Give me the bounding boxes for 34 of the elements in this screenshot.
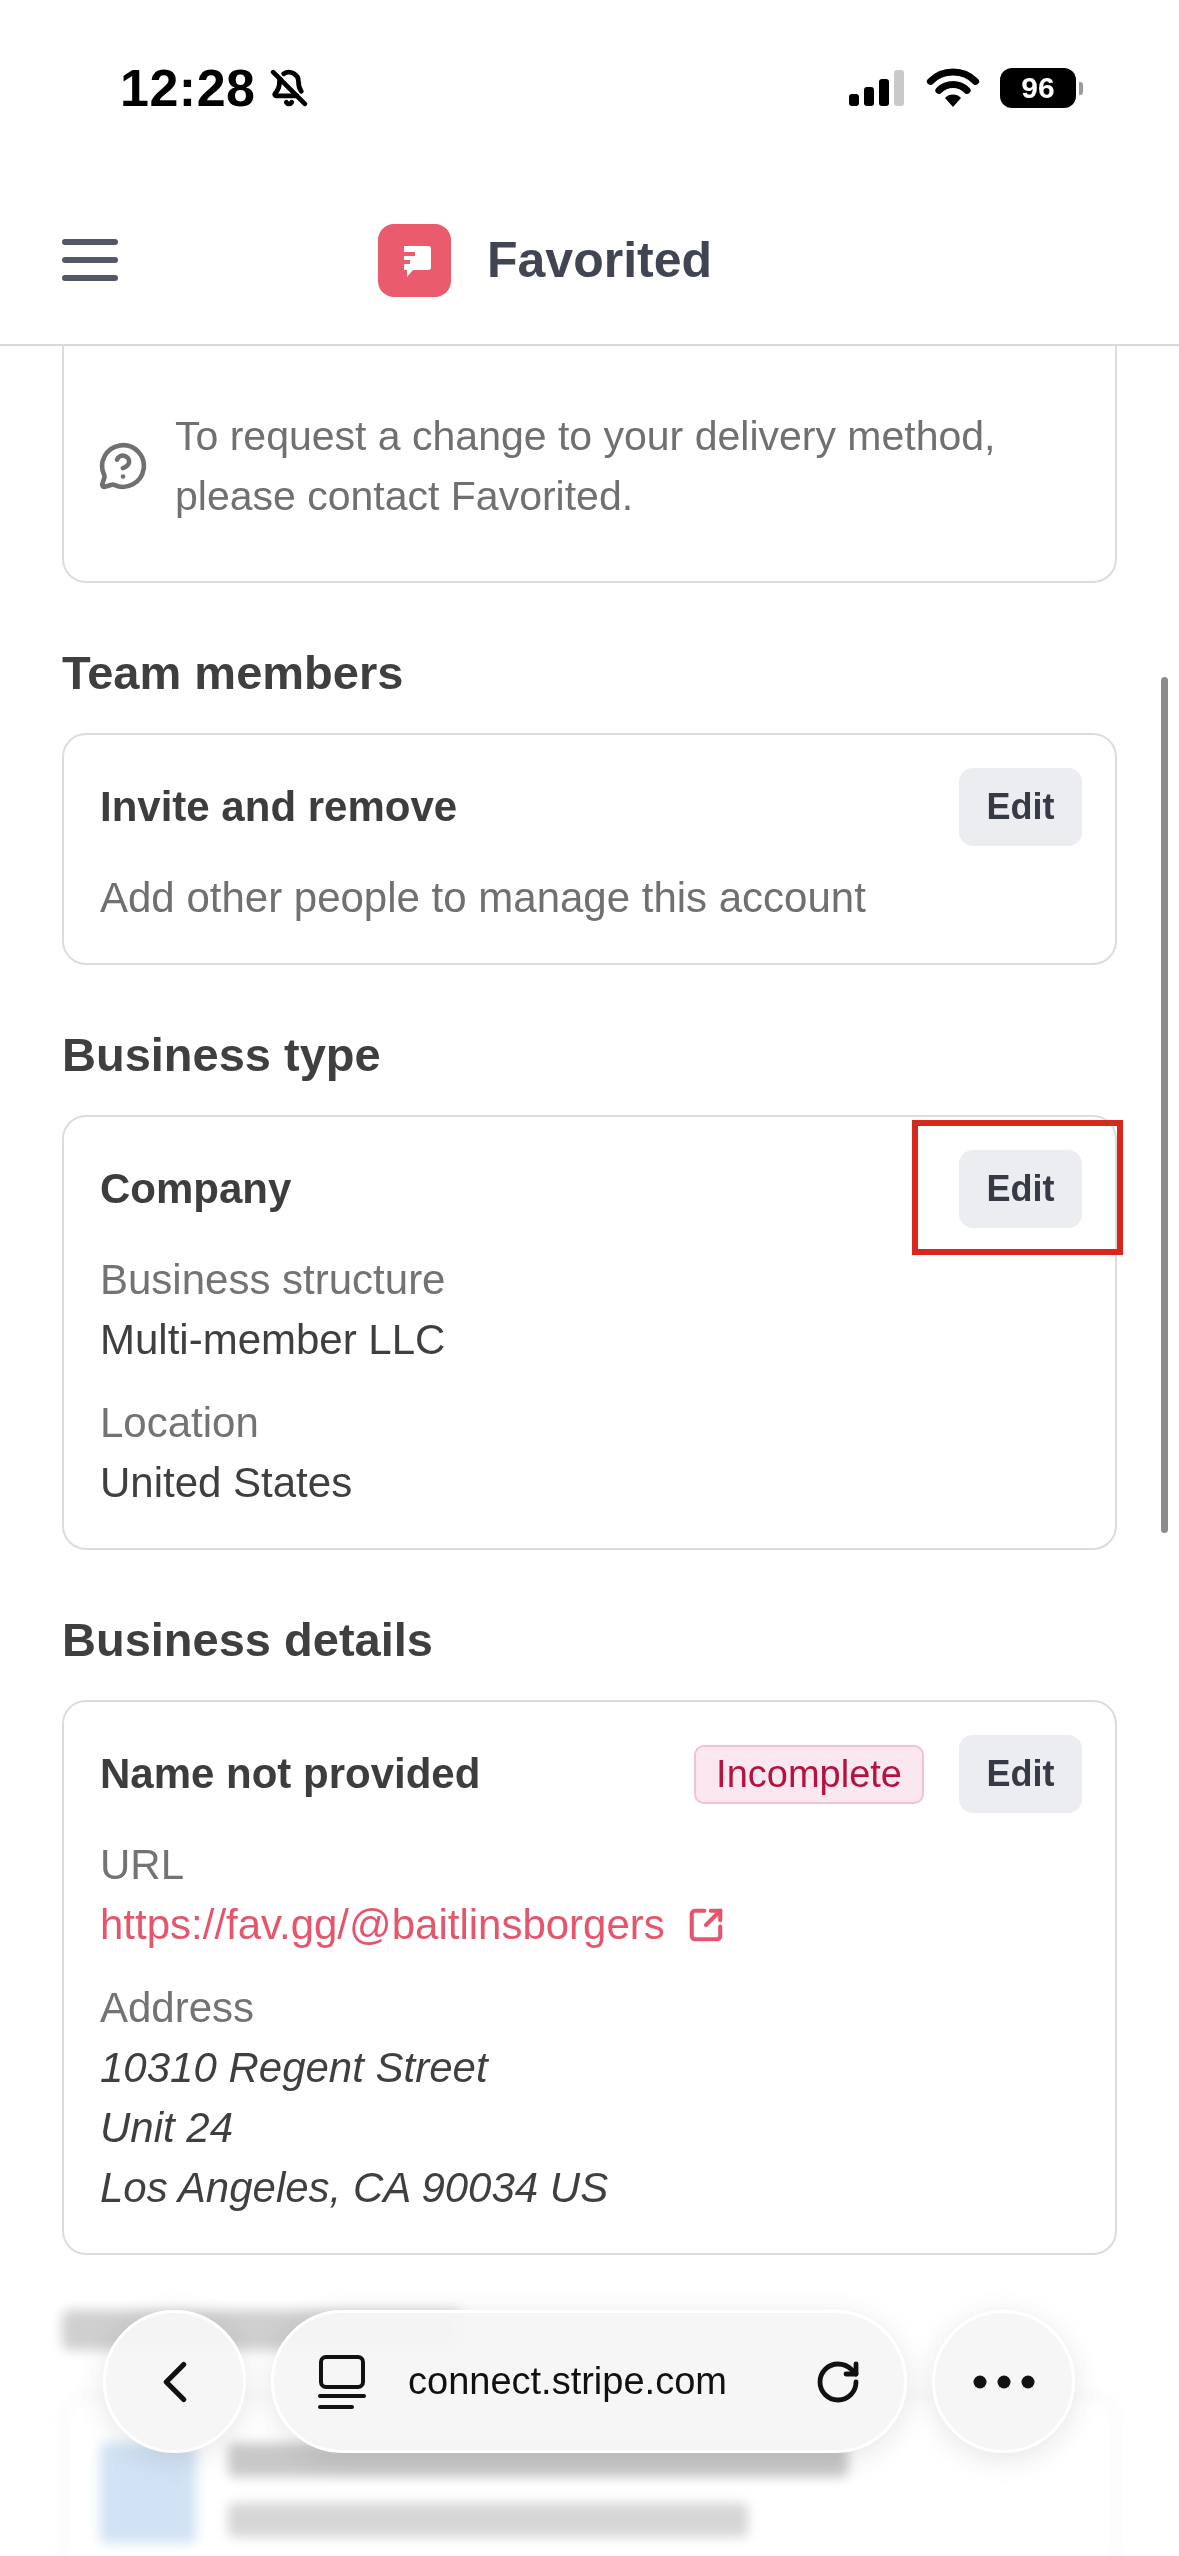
more-icon	[972, 2374, 1035, 2389]
address-line: Unit 24	[100, 2103, 234, 2153]
notice-text: To request a change to your delivery method, please contact Favorited.	[175, 412, 997, 521]
app-title: Favorited	[487, 231, 713, 289]
wifi-icon	[926, 68, 980, 108]
section-heading: Business details	[62, 1612, 434, 1668]
edit-button[interactable]: Edit	[959, 1150, 1082, 1228]
field-label: Address	[100, 1983, 255, 2033]
section-heading: Business type	[62, 1027, 382, 1083]
card-title: Invite and remove	[100, 783, 458, 831]
field-label: URL	[100, 1840, 185, 1890]
page-menu-icon[interactable]	[318, 2353, 366, 2410]
address-bar[interactable]: connect.stripe.com	[271, 2310, 907, 2453]
field-label: Location	[100, 1398, 259, 1448]
field-value: United States	[100, 1458, 353, 1508]
field-label: Business structure	[100, 1255, 446, 1305]
card-title: Name not provided	[100, 1750, 481, 1798]
question-bubble-icon	[98, 441, 148, 491]
edit-button[interactable]: Edit	[959, 1735, 1082, 1813]
address-line: Los Angeles, CA 90034 US	[100, 2163, 609, 2213]
signal-icon	[849, 70, 906, 106]
section-heading: Team members	[62, 645, 405, 701]
url-text[interactable]: connect.stripe.com	[408, 2360, 772, 2403]
card-title: Company	[100, 1165, 292, 1213]
edit-button[interactable]: Edit	[959, 768, 1082, 846]
chat-bubble-logo-icon	[378, 223, 451, 297]
battery-indicator: 96	[1000, 68, 1083, 108]
status-time: 12:28	[120, 58, 256, 118]
status-badge: Incomplete	[694, 1744, 924, 1804]
url-link[interactable]: https://fav.gg/@baitlinsborgers	[100, 1895, 665, 1955]
address-line: 10310 Regent Street	[100, 2043, 488, 2093]
menu-icon[interactable]	[62, 239, 118, 281]
field-value: Multi-member LLC	[100, 1315, 446, 1365]
card-description: Add other people to manage this account	[100, 873, 867, 923]
